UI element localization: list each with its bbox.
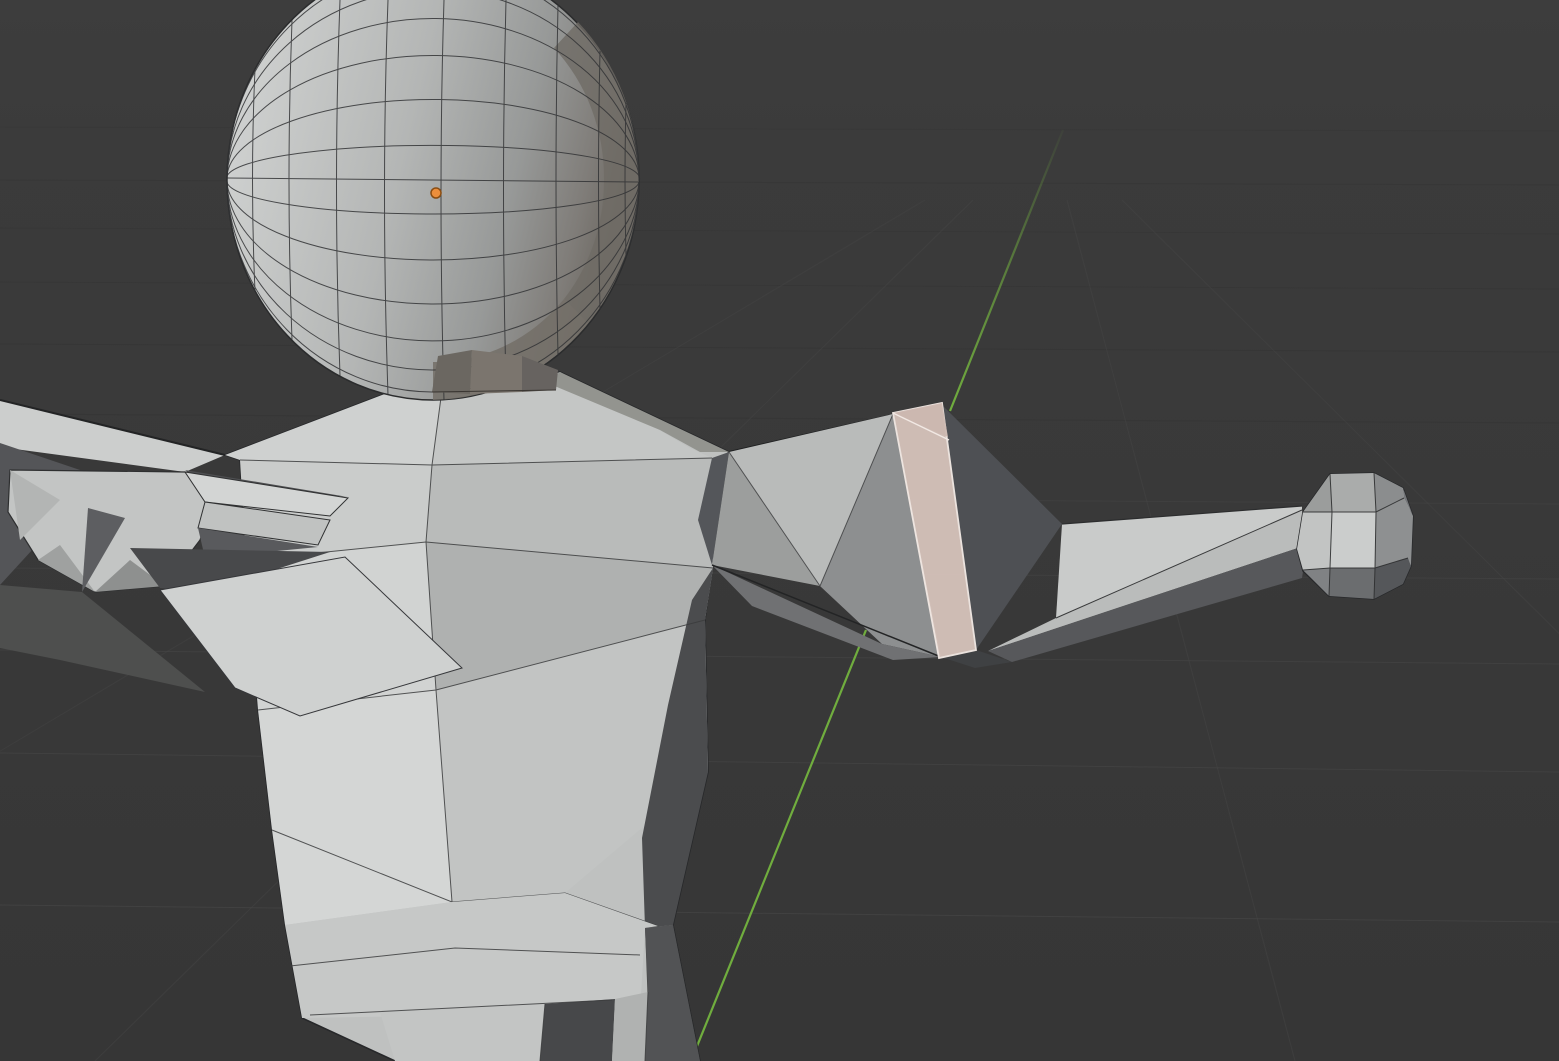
- viewport-canvas[interactable]: [0, 0, 1559, 1061]
- blender-3d-viewport[interactable]: [0, 0, 1559, 1061]
- origin-point[interactable]: [431, 188, 441, 198]
